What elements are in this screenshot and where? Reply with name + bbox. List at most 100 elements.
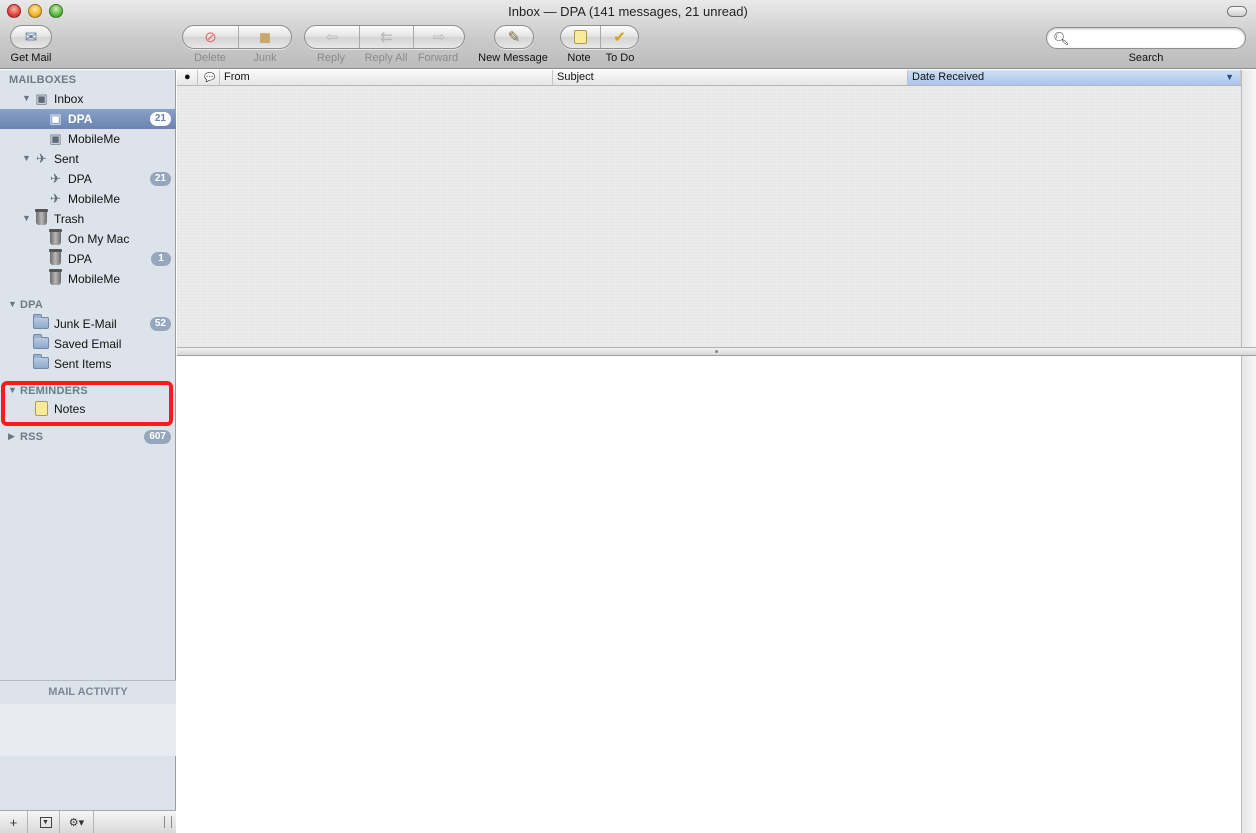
disclosure-triangle-icon[interactable]: ▼ (22, 93, 31, 103)
folder-icon (33, 334, 49, 349)
sidebar-item-trash-mobileme[interactable]: MobileMe (0, 269, 176, 289)
action-menu-button[interactable]: ⚙▾ (60, 811, 94, 833)
new-message-button[interactable]: ✎ (494, 25, 534, 49)
sidebar-item-label: MobileMe (68, 132, 121, 146)
delete-label: Delete (194, 52, 226, 64)
splitter-grip-icon (715, 350, 718, 353)
paper-plane-icon: ✈ (50, 171, 61, 186)
sidebar-item-label: MobileMe (68, 272, 121, 286)
reply-arrow-icon: ⇦ (325, 28, 339, 46)
column-date-received[interactable]: Date Received ▼ (908, 70, 1241, 85)
message-list-scrollbar[interactable] (1241, 70, 1256, 347)
sidebar-item-sent-items[interactable]: Sent Items (0, 354, 176, 374)
trash-can-icon (49, 229, 62, 245)
todo-label: To Do (605, 52, 635, 64)
pane-splitter[interactable] (177, 347, 1256, 356)
toolbar: Inbox — DPA (141 messages, 21 unread) ✉ … (0, 0, 1256, 69)
sidebar-item-label: Junk E-Mail (54, 317, 117, 331)
disclosure-triangle-icon[interactable]: ▼ (8, 299, 17, 309)
sidebar-item-label: Trash (54, 212, 85, 226)
message-preview-pane[interactable] (177, 356, 1241, 833)
message-list[interactable] (177, 86, 1241, 347)
dpa-header: DPA (20, 299, 44, 311)
note-todo-group: ✔ (560, 25, 639, 49)
sidebar-item-trash[interactable]: ▼ Trash (0, 209, 176, 229)
column-date-label: Date Received (912, 71, 985, 83)
todo-button[interactable]: ✔ (600, 26, 638, 48)
sidebar-footer: + ▼ ⚙▾ (0, 810, 176, 833)
toolbar-toggle-button[interactable] (1227, 6, 1247, 17)
column-unread[interactable]: ● (177, 70, 198, 85)
sidebar-item-sent[interactable]: ▼ ✈ Sent (0, 149, 176, 169)
checkmark-icon: ✔ (613, 28, 626, 46)
inbox-tray-icon: ▣ (49, 131, 62, 146)
new-message-label: New Message (478, 52, 548, 64)
inbox-tray-icon: ▣ (35, 91, 48, 106)
sidebar-item-label: Sent (54, 152, 79, 166)
add-mailbox-button[interactable]: + (0, 811, 28, 833)
count-badge: 1 (151, 252, 171, 266)
trash-can-icon (49, 269, 62, 285)
note-button[interactable] (561, 26, 600, 48)
disclosure-triangle-collapsed-icon[interactable]: ▶ (8, 431, 15, 442)
unread-count-badge: 21 (149, 112, 171, 126)
delete-icon: ⊘ (204, 28, 217, 46)
sidebar-section-rss[interactable]: ▶ RSS 607 (0, 427, 176, 447)
message-list-header: ● 💬 From Subject Date Received ▼ (177, 70, 1241, 86)
sidebar-item-trash-onmymac[interactable]: On My Mac (0, 229, 176, 249)
count-badge: 607 (144, 430, 171, 444)
folder-icon (33, 314, 49, 329)
new-message-seg[interactable]: ✎ (495, 26, 533, 48)
search-field[interactable]: 🔍︎ (1046, 27, 1246, 49)
delete-button[interactable]: ⊘ (183, 26, 238, 48)
paper-plane-icon: ✈ (50, 191, 61, 206)
sidebar-item-label: DPA (68, 172, 92, 186)
sidebar-item-sent-dpa[interactable]: ✈ DPA 21 (0, 169, 176, 189)
count-badge: 52 (149, 317, 171, 331)
column-subject[interactable]: Subject (553, 70, 908, 85)
sidebar-item-trash-dpa[interactable]: DPA 1 (0, 249, 176, 269)
reply-button[interactable]: ⇦ (305, 26, 359, 48)
junk-bag-icon: ◼ (258, 28, 272, 46)
rss-header: RSS (20, 431, 44, 443)
search-input[interactable] (1071, 31, 1239, 46)
get-mail-button[interactable]: ✉ (10, 25, 52, 49)
junk-label: Junk (253, 52, 277, 64)
sidebar-item-inbox[interactable]: ▼ ▣ Inbox (0, 89, 176, 109)
reply-all-button[interactable]: ⇇ (359, 26, 413, 48)
show-activity-button[interactable]: ▼ (32, 811, 60, 833)
junk-button[interactable]: ◼ (238, 26, 291, 48)
disclosure-triangle-icon[interactable]: ▼ (22, 153, 31, 163)
sidebar-item-junk-email[interactable]: Junk E-Mail 52 (0, 314, 176, 334)
sidebar-item-label: Saved Email (54, 337, 122, 351)
sidebar-item-sent-mobileme[interactable]: ✈ MobileMe (0, 189, 176, 209)
sidebar-item-saved-email[interactable]: Saved Email (0, 334, 176, 354)
forward-label: Forward (417, 52, 459, 64)
sidebar-item-label: On My Mac (68, 232, 130, 246)
envelope-icon: ✉ (24, 28, 38, 46)
delete-junk-group: ⊘ ◼ (182, 25, 292, 49)
window-title: Inbox — DPA (141 messages, 21 unread) (508, 4, 748, 19)
reply-all-arrow-icon: ⇇ (380, 28, 393, 46)
resize-handle-icon[interactable] (164, 816, 172, 828)
sidebar-item-inbox-dpa[interactable]: ▣ DPA 21 (0, 109, 176, 129)
reply-group: ⇦ ⇇ ⇨ (304, 25, 465, 49)
mail-activity-label: MAIL ACTIVITY (48, 686, 128, 698)
mail-activity-header[interactable]: MAIL ACTIVITY (0, 680, 176, 704)
folder-icon (33, 354, 49, 369)
column-from[interactable]: From (220, 70, 553, 85)
plus-icon: + (9, 814, 18, 830)
highlight-annotation-box (1, 381, 173, 426)
sidebar-section-dpa[interactable]: ▼ DPA (0, 295, 176, 315)
sidebar-item-inbox-mobileme[interactable]: ▣ MobileMe (0, 129, 176, 149)
preview-scrollbar[interactable] (1241, 356, 1256, 833)
forward-button[interactable]: ⇨ (413, 26, 464, 48)
count-badge: 21 (149, 172, 171, 186)
column-replied[interactable]: 💬 (198, 70, 220, 85)
forward-arrow-icon: ⇨ (432, 28, 446, 46)
gear-icon: ⚙▾ (68, 816, 85, 829)
note-icon (574, 30, 587, 44)
sidebar-item-label: Inbox (54, 92, 84, 106)
disclosure-triangle-icon[interactable]: ▼ (22, 213, 31, 223)
get-mail-label: Get Mail (10, 52, 52, 64)
